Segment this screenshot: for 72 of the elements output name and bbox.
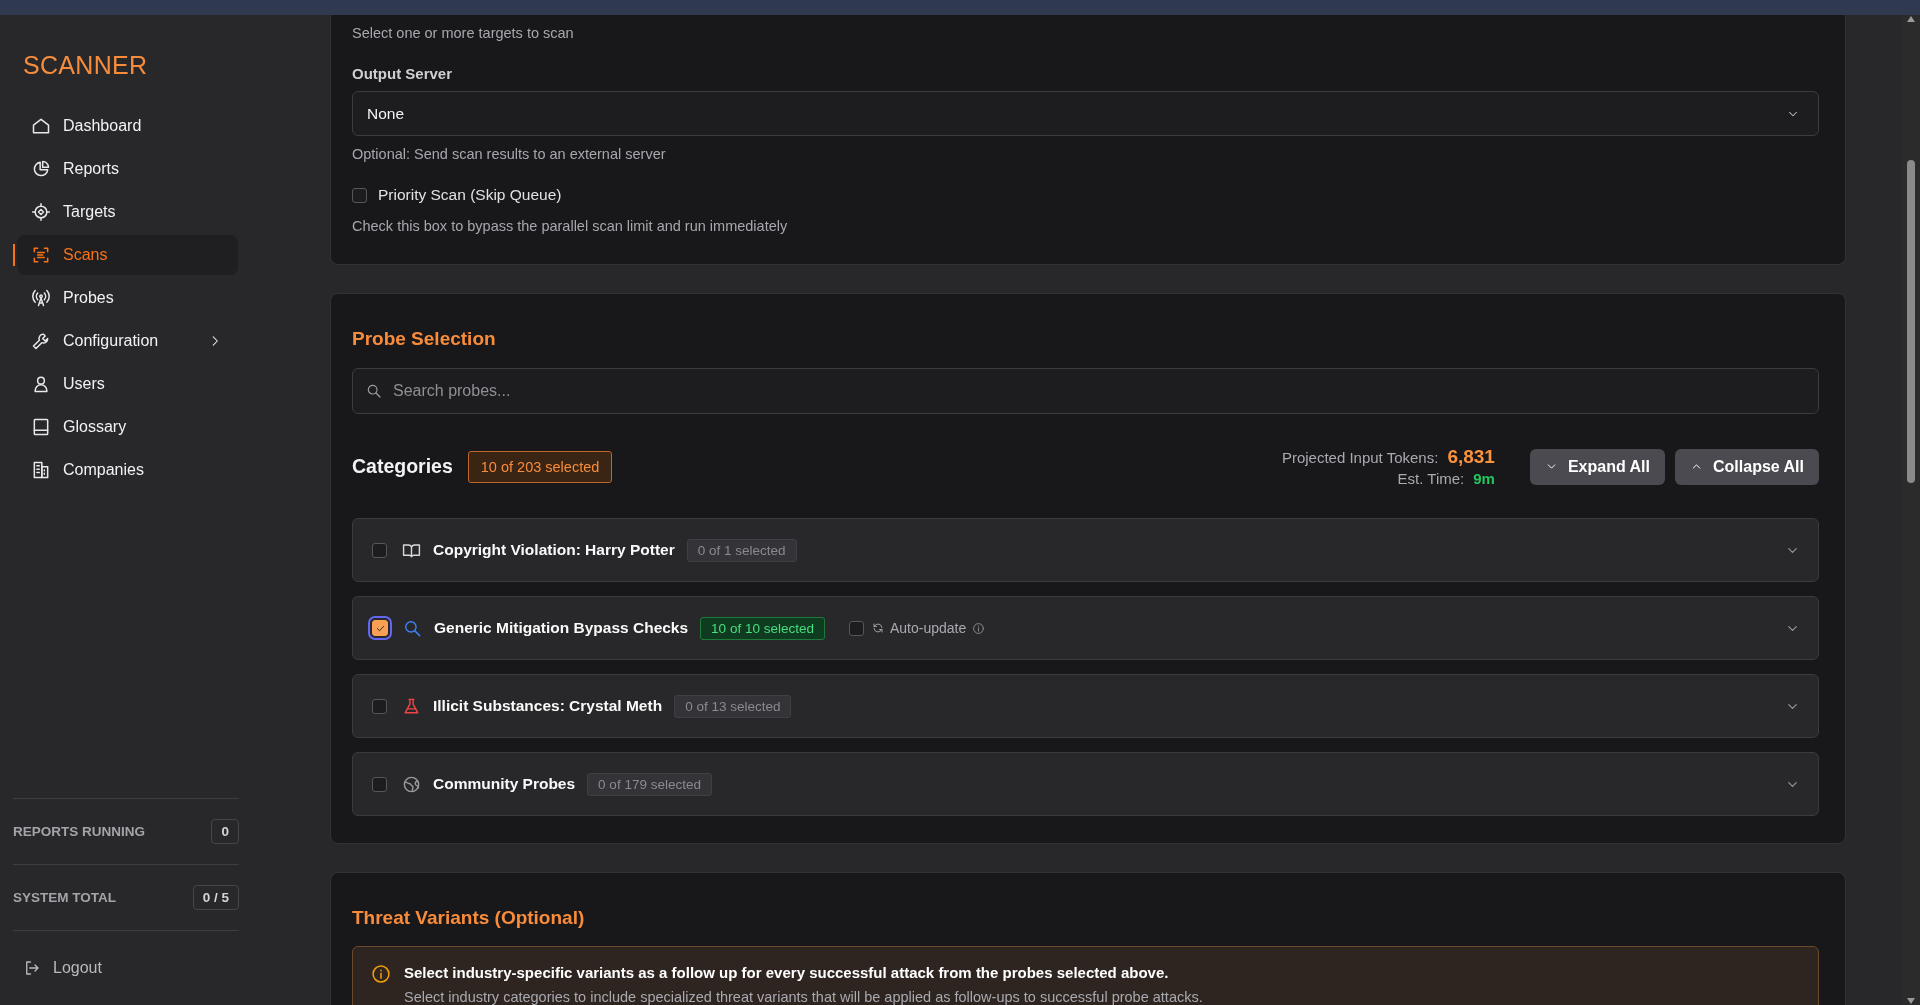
pie-chart-icon <box>31 159 51 179</box>
scrollbar-thumb[interactable] <box>1907 160 1915 483</box>
category-row[interactable]: Copyright Violation: Harry Potter 0 of 1 selected <box>352 518 1819 582</box>
nav-item[interactable]: Scans <box>17 235 238 275</box>
book-icon <box>31 417 51 437</box>
stat-value: 0 <box>211 819 239 844</box>
app-logo: SCANNER <box>23 51 149 80</box>
logout-link[interactable]: Logout <box>13 950 114 986</box>
nav-item[interactable]: Users <box>17 364 238 404</box>
flask-icon <box>402 696 421 716</box>
category-checkbox[interactable] <box>372 776 387 792</box>
active-indicator <box>13 244 15 266</box>
search-icon <box>366 383 382 399</box>
stat-value: 0 / 5 <box>192 885 239 910</box>
section-title: Threat Variants (Optional) <box>352 907 586 929</box>
nav-item[interactable]: Reports <box>17 149 238 189</box>
user-icon <box>31 374 51 394</box>
priority-checkbox[interactable] <box>352 187 367 203</box>
info-icon <box>371 964 391 984</box>
scroll-down-icon <box>1906 997 1916 1005</box>
nav-item[interactable]: Companies <box>17 450 238 490</box>
category-row[interactable]: Generic Mitigation Bypass Checks 10 of 10 selected Auto-update <box>352 596 1819 660</box>
section-title: Probe Selection <box>352 328 497 350</box>
helper-text: Optional: Send scan results to an external server <box>352 146 667 162</box>
helper-text: Select one or more targets to scan <box>352 25 575 41</box>
refresh-icon <box>871 622 884 634</box>
auto-update-label: Auto-update <box>889 620 967 636</box>
time-label: Est. Time: <box>1397 470 1465 487</box>
time-value: 9m <box>1473 470 1495 487</box>
stat-label: SYSTEM TOTAL <box>13 890 116 905</box>
category-row[interactable]: Community Probes 0 of 179 selected <box>352 752 1819 816</box>
stat-label: REPORTS RUNNING <box>13 824 145 839</box>
home-icon <box>31 116 51 136</box>
notice-text: Select industry categories to include specialized threat variants that will be applied as follow-ups to successful probe attacks. <box>404 989 1203 1005</box>
building-icon <box>31 460 51 480</box>
output-server-select[interactable]: None <box>352 91 1819 136</box>
nav-item[interactable]: Probes <box>17 278 238 318</box>
nav-item[interactable]: Targets <box>17 192 238 232</box>
category-name: Copyright Violation: Harry Potter <box>433 541 675 559</box>
scan-icon <box>31 245 51 265</box>
category-checkbox[interactable] <box>372 542 387 558</box>
globe-icon <box>402 774 421 794</box>
tokens-value: 6,831 <box>1447 446 1495 468</box>
auto-update-checkbox[interactable] <box>848 620 864 636</box>
antenna-icon <box>31 288 51 308</box>
target-icon <box>31 202 51 222</box>
categories-heading: Categories <box>352 455 453 478</box>
search-field[interactable]: Search probes... <box>352 368 1819 414</box>
helper-text: Check this box to bypass the parallel scan limit and run immediately <box>352 218 789 234</box>
info-icon <box>972 621 986 635</box>
category-row[interactable]: Illicit Substances: Crystal Meth 0 of 13 selected <box>352 674 1819 738</box>
selected-count-tag: 10 of 10 selected <box>700 616 825 640</box>
nav-item[interactable]: Configuration <box>17 321 238 361</box>
expand-all-button[interactable]: Expand All <box>1529 448 1665 485</box>
notice-heading: Select industry-specific variants as a follow up for every successful attack from the probes selected above. <box>404 964 1170 981</box>
nav-item[interactable]: Dashboard <box>17 106 238 146</box>
selected-count-tag: 0 of 13 selected <box>674 694 792 718</box>
collapse-all-button[interactable]: Collapse All <box>1675 448 1819 485</box>
category-name: Generic Mitigation Bypass Checks <box>434 619 689 637</box>
field-label: Output Server <box>352 65 454 82</box>
wrench-icon <box>31 331 51 351</box>
checkbox-label: Priority Scan (Skip Queue) <box>378 186 562 204</box>
selection-count-badge: 10 of 203 selected <box>467 450 613 483</box>
category-name: Illicit Substances: Crystal Meth <box>433 697 663 715</box>
tokens-label: Projected Input Tokens: <box>1281 449 1439 466</box>
category-checkbox[interactable] <box>372 698 387 714</box>
nav-item[interactable]: Glossary <box>17 407 238 447</box>
logout-icon <box>23 959 41 977</box>
category-name: Community Probes <box>433 775 576 793</box>
selected-count-tag: 0 of 1 selected <box>686 538 797 562</box>
search-icon <box>403 618 422 638</box>
selected-count-tag: 0 of 179 selected <box>587 772 712 796</box>
